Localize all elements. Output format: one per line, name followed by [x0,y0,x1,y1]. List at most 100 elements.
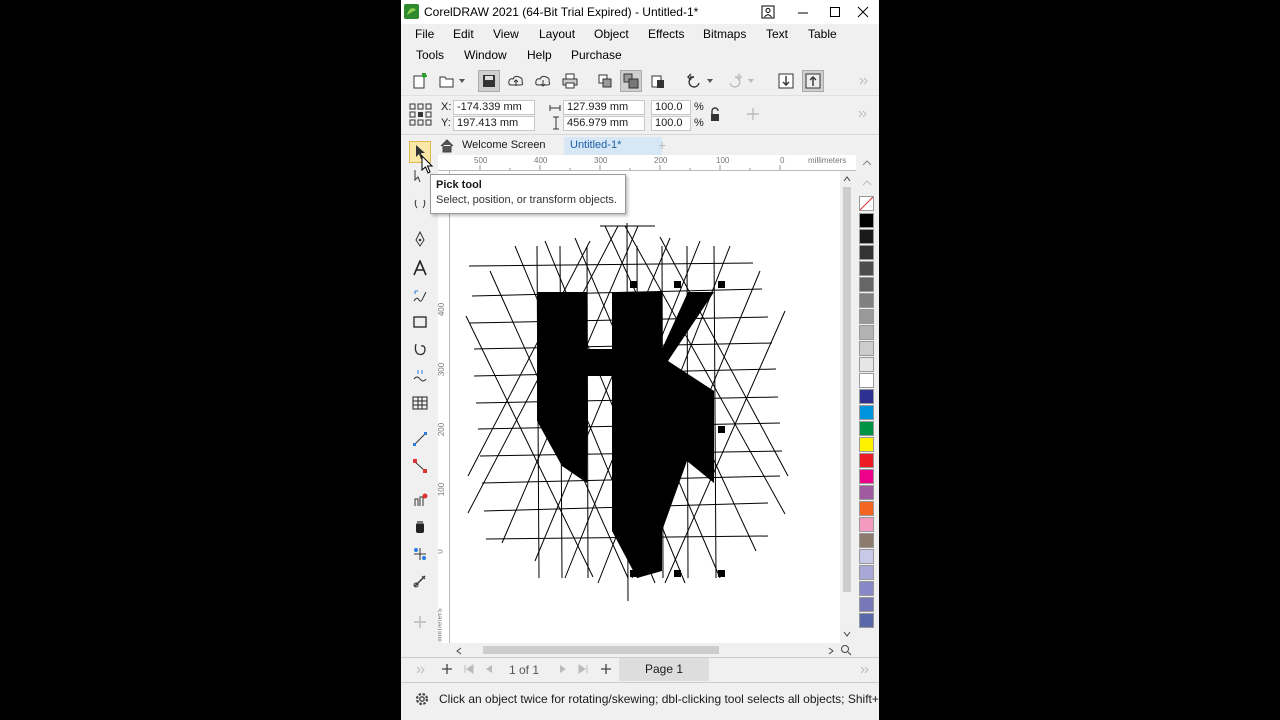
menu-window[interactable]: Window [464,48,507,62]
color-swatch[interactable] [859,309,874,324]
new-tab-button[interactable]: + [652,137,672,155]
interactive-fill-tool-icon[interactable] [409,543,431,565]
smart-fill-tool-icon[interactable] [409,570,431,592]
vertical-ruler[interactable]: 400 300 200 100 0 millimeters [438,171,450,643]
color-swatch[interactable] [859,325,874,340]
gear-icon[interactable] [413,690,431,708]
menu-layout[interactable]: Layout [539,27,575,41]
color-swatch[interactable] [859,581,874,596]
connector-tool-icon[interactable] [409,428,431,450]
scroll-down-icon[interactable] [842,628,852,638]
color-swatch[interactable] [859,597,874,612]
undo-icon[interactable] [683,70,705,92]
color-swatch[interactable] [859,357,874,372]
nav-overflow-icon[interactable] [415,664,427,676]
cloud-download-icon[interactable] [532,70,554,92]
scroll-left-icon[interactable] [454,645,464,655]
freehand-tool-icon[interactable] [409,285,431,307]
color-swatch[interactable] [859,469,874,484]
new-document-icon[interactable] [409,70,431,92]
toolbar-overflow-icon[interactable] [853,70,875,92]
y-position-field[interactable]: 197.413 mm [453,116,535,131]
cloud-upload-icon[interactable] [505,70,527,92]
open-dropdown-icon[interactable] [456,70,468,92]
color-swatch[interactable] [859,389,874,404]
rectangle-tool-icon[interactable] [409,311,431,333]
menu-bitmaps[interactable]: Bitmaps [703,27,746,41]
menu-edit[interactable]: Edit [453,27,474,41]
scroll-up-icon[interactable] [842,173,852,183]
blend-tool-icon[interactable] [409,455,431,477]
redo-dropdown-icon[interactable] [745,70,757,92]
previous-page-icon[interactable] [483,663,495,675]
color-swatch[interactable] [859,245,874,260]
horizontal-scrollbar[interactable] [450,643,854,657]
account-icon[interactable] [753,0,783,24]
palette-options-icon[interactable] [860,177,874,187]
next-page-icon[interactable] [557,663,569,675]
object-origin-icon[interactable] [409,103,433,127]
color-swatch[interactable] [859,437,874,452]
clipboard-icon[interactable] [647,70,669,92]
lock-ratio-icon[interactable] [709,107,721,123]
tab-untitled-1[interactable]: Untitled-1* [564,137,662,155]
first-page-icon[interactable] [463,663,475,675]
print-icon[interactable] [559,70,581,92]
color-swatch[interactable] [859,501,874,516]
pagenav-overflow-icon[interactable] [859,664,871,676]
eyedropper-tool-icon[interactable] [409,489,431,511]
maximize-button[interactable] [820,0,850,24]
home-icon[interactable] [439,138,455,154]
color-swatch[interactable] [859,549,874,564]
horizontal-ruler[interactable]: 500 400 300 200 100 0 millimeters [438,155,856,171]
color-swatch[interactable] [859,373,874,388]
undo-dropdown-icon[interactable] [704,70,716,92]
menu-help[interactable]: Help [527,48,552,62]
add-preset-icon[interactable] [745,106,761,122]
color-swatch[interactable] [859,405,874,420]
add-tool-icon[interactable] [409,611,431,633]
hk-artwork[interactable] [450,171,840,643]
crop-tool-icon[interactable] [409,193,431,215]
menu-tools[interactable]: Tools [416,48,444,62]
no-color-swatch[interactable] [859,196,874,211]
spiral-tool-icon[interactable] [409,338,431,360]
vertical-scrollbar[interactable] [840,171,854,643]
import-icon[interactable] [775,70,797,92]
zoom-navigator-icon[interactable] [840,644,852,656]
pen-tool-icon[interactable] [409,229,431,251]
table-tool-icon[interactable] [409,392,431,414]
add-page-before-icon[interactable] [440,662,454,676]
menu-view[interactable]: View [493,27,519,41]
last-page-icon[interactable] [577,663,589,675]
text-tool-icon[interactable] [409,257,431,279]
x-position-field[interactable]: -174.339 mm [453,100,535,115]
fill-tool-icon[interactable] [409,516,431,538]
close-button[interactable] [848,0,878,24]
color-swatch[interactable] [859,277,874,292]
menu-text[interactable]: Text [766,27,788,41]
open-folder-icon[interactable] [436,70,458,92]
dimension-tool-icon[interactable] [409,365,431,387]
color-swatch[interactable] [859,229,874,244]
color-swatch[interactable] [859,453,874,468]
page-1-tab[interactable]: Page 1 [619,658,709,681]
vertical-scroll-thumb[interactable] [843,187,851,592]
color-swatch[interactable] [859,485,874,500]
color-swatch[interactable] [859,341,874,356]
height-field[interactable]: 456.979 mm [563,116,645,131]
color-swatch[interactable] [859,261,874,276]
tab-welcome-screen[interactable]: Welcome Screen [456,137,552,155]
menu-effects[interactable]: Effects [648,27,684,41]
color-swatch[interactable] [859,517,874,532]
color-swatch[interactable] [859,533,874,548]
propbar-overflow-icon[interactable] [857,108,869,120]
color-swatch[interactable] [859,293,874,308]
scale-height-field[interactable]: 100.0 [651,116,691,131]
color-swatch[interactable] [859,565,874,580]
copy-icon[interactable] [594,70,616,92]
menu-file[interactable]: File [415,27,434,41]
menu-table[interactable]: Table [808,27,837,41]
width-field[interactable]: 127.939 mm [563,100,645,115]
redo-icon[interactable] [724,70,746,92]
